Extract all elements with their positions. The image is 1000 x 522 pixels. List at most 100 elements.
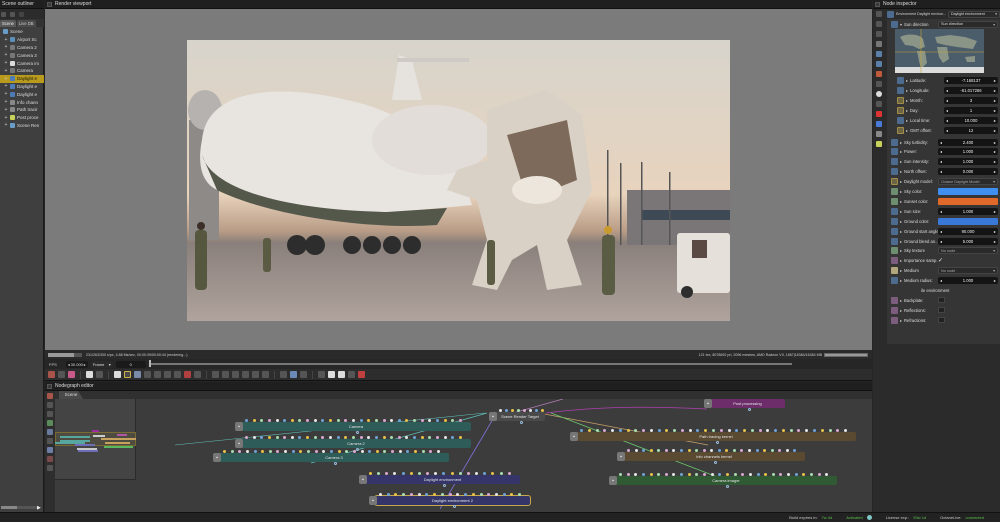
scatter-icon[interactable] (58, 371, 65, 378)
outliner-hscrollbar[interactable] (1, 506, 37, 509)
input-pin[interactable] (657, 449, 661, 452)
input-pin[interactable] (409, 472, 413, 475)
tree-item[interactable]: + Camera 3 (0, 51, 44, 59)
input-pin[interactable] (672, 449, 676, 452)
frame-mode-select[interactable]: Frame ▾ (90, 360, 113, 368)
expand-icon[interactable]: + (4, 123, 8, 128)
sun-direction-toggle[interactable] (891, 20, 898, 28)
input-pin[interactable] (306, 436, 310, 439)
input-pin[interactable] (405, 419, 409, 422)
input-pin[interactable] (314, 450, 318, 453)
param-number-field[interactable]: ◂ 1.000 ▸ (938, 277, 998, 285)
input-pin[interactable] (475, 472, 479, 475)
param-select[interactable]: No node ▾ (938, 247, 998, 255)
object-pick-icon[interactable] (174, 371, 181, 378)
pin-icon[interactable] (876, 11, 882, 17)
input-pin[interactable] (779, 473, 783, 476)
param-number-field[interactable]: ◂ 1.000 ▸ (938, 148, 998, 156)
param-toggle-icon[interactable] (891, 138, 898, 146)
input-pin[interactable] (471, 493, 475, 496)
lock-icon[interactable] (300, 371, 307, 378)
output-pin[interactable] (747, 408, 751, 411)
input-pin[interactable] (517, 409, 520, 412)
input-pin[interactable] (770, 449, 774, 452)
input-pin[interactable] (740, 449, 744, 452)
increment-icon[interactable]: ▸ (84, 362, 86, 367)
input-pin[interactable] (664, 449, 668, 452)
decal-icon[interactable] (252, 371, 259, 378)
input-pin[interactable] (483, 472, 487, 475)
input-pin[interactable] (252, 419, 256, 422)
timeline-handle[interactable] (148, 360, 151, 367)
input-pin[interactable] (336, 419, 340, 422)
input-pin[interactable] (763, 449, 767, 452)
rotate-icon[interactable] (338, 371, 345, 378)
gizmo-icon[interactable] (280, 371, 287, 378)
input-pin[interactable] (253, 450, 257, 453)
param-toggle-icon[interactable] (897, 96, 904, 104)
input-pin[interactable] (433, 493, 437, 496)
input-pin[interactable] (413, 436, 417, 439)
fps-stepper[interactable]: ◂ 30.000 ▸ (65, 360, 88, 368)
render-target-icon[interactable] (876, 131, 882, 137)
input-pin[interactable] (641, 473, 645, 476)
input-pin[interactable] (238, 450, 242, 453)
input-pin[interactable] (535, 409, 538, 412)
input-pin[interactable] (787, 473, 791, 476)
input-pin[interactable] (252, 436, 256, 439)
input-pin[interactable] (344, 436, 348, 439)
stop-icon[interactable] (86, 371, 93, 378)
input-pin[interactable] (580, 429, 583, 432)
input-pin[interactable] (748, 473, 752, 476)
increment-icon[interactable]: ▸ (994, 140, 996, 145)
refresh-icon[interactable] (19, 11, 24, 17)
increment-icon[interactable]: ▸ (994, 169, 996, 174)
param-toggle-icon[interactable] (891, 306, 898, 314)
input-pin[interactable] (812, 429, 816, 432)
environment-icon[interactable] (876, 51, 882, 57)
input-pin[interactable] (649, 429, 653, 432)
start-icon[interactable] (124, 371, 131, 378)
input-pin[interactable] (260, 419, 264, 422)
input-pin[interactable] (352, 450, 356, 453)
input-pin[interactable] (429, 450, 433, 453)
panel-checkbox[interactable] (47, 383, 52, 389)
param-toggle-icon[interactable] (891, 178, 898, 186)
input-pin[interactable] (523, 409, 526, 412)
param-number-field[interactable]: ◂ 0.000 ▸ (938, 168, 998, 176)
viewport-lock-icon[interactable] (262, 371, 269, 378)
input-pin[interactable] (299, 450, 303, 453)
input-pin[interactable] (820, 429, 824, 432)
input-pin[interactable] (321, 419, 325, 422)
input-pin[interactable] (390, 436, 394, 439)
param-toggle-icon[interactable] (897, 76, 904, 84)
input-pin[interactable] (794, 473, 798, 476)
input-pin[interactable] (367, 419, 371, 422)
input-pin[interactable] (727, 429, 731, 432)
camera-icon[interactable] (876, 31, 882, 37)
input-pin[interactable] (436, 436, 440, 439)
input-pin[interactable] (507, 472, 511, 475)
input-pin[interactable] (634, 449, 638, 452)
camera-pick-icon[interactable] (184, 371, 191, 378)
tree-item[interactable]: + Daylight e (0, 74, 44, 83)
input-pin[interactable] (359, 436, 363, 439)
input-pin[interactable] (789, 429, 793, 432)
input-pin[interactable] (337, 450, 341, 453)
param-toggle-icon[interactable] (891, 247, 898, 255)
input-pin[interactable] (758, 429, 762, 432)
expand-icon[interactable]: + (4, 68, 8, 73)
input-pin[interactable] (642, 429, 646, 432)
param-number-field[interactable]: ◂ -7.168137 ▸ (944, 76, 998, 84)
input-pin[interactable] (710, 449, 714, 452)
input-pin[interactable] (755, 449, 759, 452)
node-camera-imager[interactable]: ▪ Camera imager (609, 473, 837, 488)
input-pin[interactable] (267, 419, 271, 422)
input-pin[interactable] (401, 472, 405, 475)
param-toggle-icon[interactable] (891, 267, 898, 275)
input-pin[interactable] (321, 436, 325, 439)
timeline-slider[interactable] (148, 360, 792, 367)
expand-icon[interactable]: + (4, 37, 8, 42)
input-pin[interactable] (283, 436, 287, 439)
input-pin[interactable] (665, 429, 669, 432)
